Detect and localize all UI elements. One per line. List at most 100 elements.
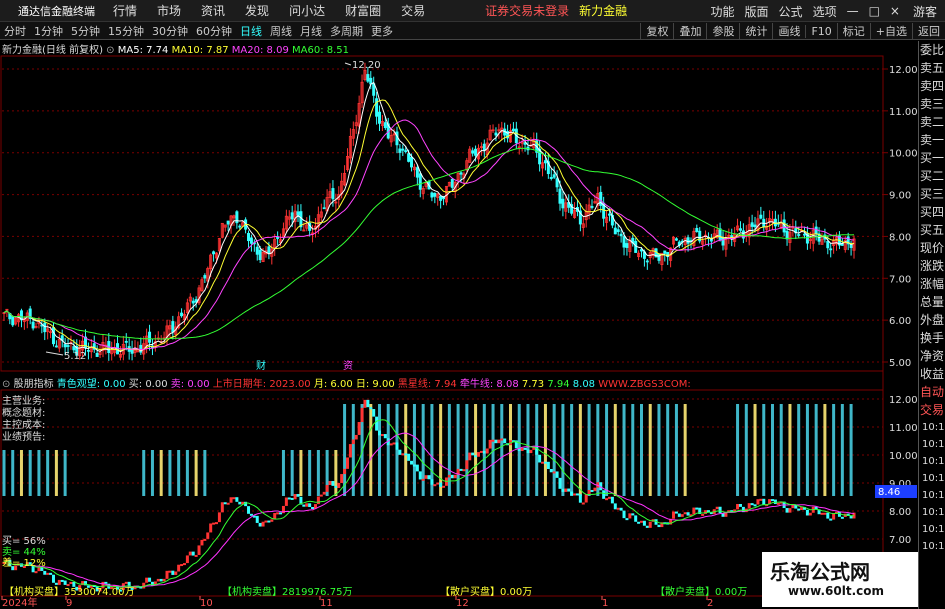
sub-candle xyxy=(299,496,303,505)
statistics-button[interactable]: 统计 xyxy=(739,23,772,39)
candle-body xyxy=(738,228,742,231)
menu-item-market[interactable]: 市场 xyxy=(147,2,191,19)
menu-layout[interactable]: 版面 xyxy=(740,3,774,20)
sidebar-item-15[interactable]: 外盘 xyxy=(919,311,945,329)
period-weekly[interactable]: 周线 xyxy=(266,23,296,39)
sub-candle xyxy=(407,453,411,461)
sidebar-item-20[interactable]: 交易 xyxy=(919,401,945,419)
menu-item-quotes[interactable]: 行情 xyxy=(103,2,147,19)
sidebar-item-10[interactable]: 买五 xyxy=(919,221,945,239)
sidebar-item-4[interactable]: 卖二 xyxy=(919,113,945,131)
period-daily[interactable]: 日线 xyxy=(236,23,266,39)
indicator-bar xyxy=(631,404,635,496)
sidebar-item-0[interactable]: 委比 xyxy=(919,41,945,59)
sidebar-item-8[interactable]: 买三 xyxy=(919,185,945,203)
sub-candle xyxy=(794,504,798,509)
candle-body xyxy=(363,69,367,80)
sidebar-item-3[interactable]: 卖三 xyxy=(919,95,945,113)
candle-body xyxy=(607,213,611,216)
candle-body xyxy=(640,249,644,252)
sidebar-item-6[interactable]: 买一 xyxy=(919,149,945,167)
sidebar-item-14[interactable]: 总量 xyxy=(919,293,945,311)
menu-item-wealth[interactable]: 财富圈 xyxy=(335,2,391,19)
sidebar-item-2[interactable]: 卖四 xyxy=(919,77,945,95)
candle-body xyxy=(433,192,437,197)
period-30min[interactable]: 30分钟 xyxy=(148,23,192,39)
sidebar-item-11[interactable]: 现价 xyxy=(919,239,945,257)
sub-candle xyxy=(252,515,256,518)
period-5min[interactable]: 5分钟 xyxy=(67,23,104,39)
drawing-button[interactable]: 画线 xyxy=(772,23,805,39)
candle-body xyxy=(526,146,530,151)
sidebar-item-17[interactable]: 净资 xyxy=(919,347,945,365)
candle-body xyxy=(488,129,492,141)
menu-options[interactable]: 选项 xyxy=(808,3,842,20)
sub-candle xyxy=(820,512,824,515)
close-icon[interactable]: × xyxy=(885,4,905,18)
sidebar-item-5[interactable]: 卖一 xyxy=(919,131,945,149)
sidebar-item-1[interactable]: 卖五 xyxy=(919,59,945,77)
main-tick-label: 8.00 xyxy=(889,232,911,243)
period-1min[interactable]: 1分钟 xyxy=(30,23,67,39)
sub-candle xyxy=(753,504,757,507)
back-button[interactable]: 返回 xyxy=(912,23,945,39)
sub-candle xyxy=(546,461,550,469)
sidebar-item-13[interactable]: 涨幅 xyxy=(919,275,945,293)
candle-body xyxy=(491,129,495,132)
menu-formula[interactable]: 公式 xyxy=(774,3,808,20)
login-status[interactable]: 证券交易未登录 xyxy=(475,2,579,19)
period-timeshare[interactable]: 分时 xyxy=(0,23,30,39)
candle-body xyxy=(444,185,448,203)
holdings-button[interactable]: 参股 xyxy=(706,23,739,39)
sub-tick-label: 7.00 xyxy=(889,535,911,546)
minimize-icon[interactable]: — xyxy=(842,4,864,18)
candle-body xyxy=(447,181,451,187)
add-watchlist-button[interactable]: +自选 xyxy=(869,23,912,39)
menu-item-ask[interactable]: 问小达 xyxy=(279,2,335,19)
period-multi[interactable]: 多周期 xyxy=(326,23,367,39)
sub-candle xyxy=(549,468,553,473)
mark-button[interactable]: 标记 xyxy=(836,23,870,39)
guest-label[interactable]: 游客 xyxy=(905,3,945,20)
menu-item-trade[interactable]: 交易 xyxy=(391,2,435,19)
period-60min[interactable]: 60分钟 xyxy=(192,23,236,39)
sub-candle xyxy=(619,507,623,511)
sub-candle xyxy=(203,538,207,541)
chart-canvas[interactable]: 12.00 11.00 10.00 9.00 8.00 7.00 6.00 5.00 12.0… xyxy=(0,0,945,609)
sidebar-item-18[interactable]: 收益 xyxy=(919,365,945,383)
sub-candle xyxy=(325,484,329,492)
sidebar-item-16[interactable]: 换手 xyxy=(919,329,945,347)
menu-item-discover[interactable]: 发现 xyxy=(235,2,279,19)
sub-candle xyxy=(613,503,617,510)
sub-candle xyxy=(500,438,504,441)
f10-button[interactable]: F10 xyxy=(805,24,836,38)
period-monthly[interactable]: 月线 xyxy=(296,23,326,39)
sub-candle xyxy=(319,494,323,497)
sub-candle xyxy=(523,447,527,450)
current-price-label: 8.46 xyxy=(878,487,900,498)
menu-item-news[interactable]: 资讯 xyxy=(191,2,235,19)
candle-body xyxy=(410,156,414,168)
indicator-bar xyxy=(762,404,766,496)
candle-body xyxy=(153,341,157,348)
candle-body xyxy=(69,342,73,344)
settings-dot-icon[interactable]: ⊙ xyxy=(106,45,114,56)
sidebar-time-0: 10:16 xyxy=(922,422,945,433)
maximize-icon[interactable]: □ xyxy=(864,4,885,18)
settings-dot-icon-2[interactable]: ⊙ xyxy=(2,379,10,390)
overlay-button[interactable]: 叠加 xyxy=(673,23,706,39)
restore-rights-button[interactable]: 复权 xyxy=(640,23,673,39)
sidebar-item-19[interactable]: 自动 xyxy=(919,383,945,401)
sub-candle xyxy=(607,496,611,499)
sub-candle xyxy=(631,513,635,516)
sidebar-item-9[interactable]: 买四 xyxy=(919,203,945,221)
sub-candle xyxy=(322,491,326,495)
period-15min[interactable]: 15分钟 xyxy=(104,23,148,39)
sidebar-item-7[interactable]: 买二 xyxy=(919,167,945,185)
indicator-bar xyxy=(308,450,312,496)
indicator-bar xyxy=(535,404,539,496)
sidebar-item-12[interactable]: 涨跌 xyxy=(919,257,945,275)
sub-candle xyxy=(558,477,562,489)
period-more[interactable]: 更多 xyxy=(367,23,397,39)
menu-function[interactable]: 功能 xyxy=(706,3,740,20)
